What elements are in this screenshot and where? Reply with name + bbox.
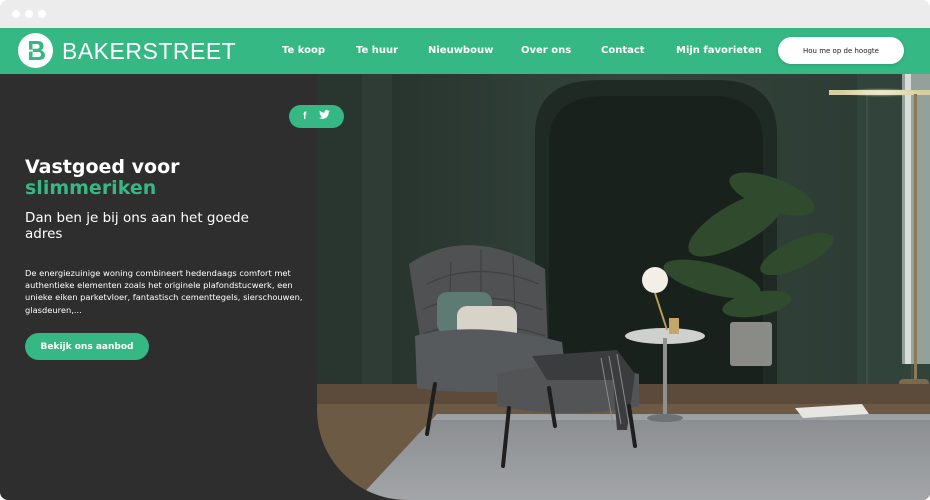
browser-window: BAKERSTREET Te koop Te huur Nieuwbouw Ov… bbox=[0, 0, 930, 500]
hero-image bbox=[317, 74, 930, 500]
hero-description: De energiezuinige woning combineert hede… bbox=[25, 268, 303, 315]
nav-link-nieuwbouw[interactable]: Nieuwbouw bbox=[428, 44, 493, 58]
subscribe-button[interactable]: Hou me op de hoogte bbox=[778, 37, 904, 64]
nav-link-contact[interactable]: Contact bbox=[601, 44, 645, 58]
twitter-icon[interactable] bbox=[318, 110, 330, 123]
main-navigation: BAKERSTREET Te koop Te huur Nieuwbouw Ov… bbox=[0, 28, 930, 74]
website: BAKERSTREET Te koop Te huur Nieuwbouw Ov… bbox=[0, 28, 930, 500]
window-dot-icon bbox=[25, 10, 33, 18]
brand-name[interactable]: BAKERSTREET bbox=[62, 38, 236, 64]
hero-title: Vastgoed voor bbox=[25, 156, 180, 178]
nav-link-over-ons[interactable]: Over ons bbox=[521, 44, 571, 58]
hero-title-highlight: slimmeriken bbox=[25, 177, 157, 199]
hero-subtitle: Dan ben je bij ons aan het goede adres bbox=[25, 210, 249, 242]
nav-link-te-koop[interactable]: Te koop bbox=[282, 44, 325, 58]
window-dot-icon bbox=[38, 10, 46, 18]
social-links: f bbox=[289, 105, 344, 128]
nav-link-te-huur[interactable]: Te huur bbox=[356, 44, 398, 58]
browser-title-bar bbox=[0, 0, 930, 28]
window-dot-icon bbox=[12, 10, 20, 18]
view-offer-button[interactable]: Bekijk ons aanbod bbox=[25, 333, 149, 360]
facebook-icon[interactable]: f bbox=[303, 111, 306, 123]
living-room-photo bbox=[317, 74, 930, 500]
logo-icon[interactable] bbox=[18, 33, 53, 68]
nav-link-mijn-favorieten[interactable]: Mijn favorieten bbox=[676, 44, 762, 58]
